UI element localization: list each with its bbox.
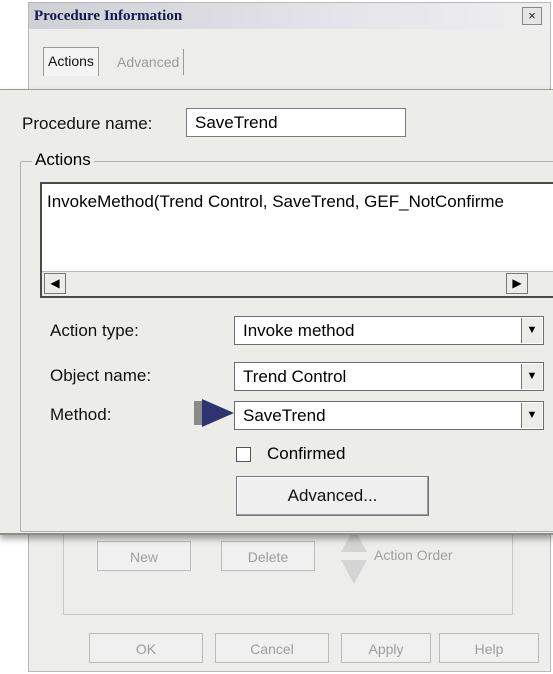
actions-list[interactable]: InvokeMethod(Trend Control, SaveTrend, G… — [40, 182, 553, 298]
scroll-left-arrow-icon[interactable]: ◀ — [44, 273, 66, 294]
close-icon[interactable]: × — [522, 7, 542, 25]
confirmed-checkbox[interactable] — [236, 447, 251, 462]
delete-button[interactable]: Delete — [221, 541, 315, 571]
action-type-value: Invoke method — [243, 321, 355, 340]
tab-advanced[interactable]: Advanced — [113, 49, 185, 75]
new-button[interactable]: New — [97, 541, 191, 571]
help-button[interactable]: Help — [439, 633, 539, 663]
confirmed-label[interactable]: Confirmed — [267, 444, 345, 464]
action-type-select[interactable]: Invoke method ▼ — [234, 316, 544, 345]
apply-button[interactable]: Apply — [341, 633, 431, 663]
tab-actions[interactable]: Actions — [43, 47, 99, 76]
actions-group-label: Actions — [32, 150, 94, 170]
list-item[interactable]: InvokeMethod(Trend Control, SaveTrend, G… — [47, 192, 504, 212]
action-type-label: Action type: — [50, 321, 139, 340]
chevron-down-icon[interactable]: ▼ — [521, 403, 542, 428]
method-select[interactable]: SaveTrend ▼ — [234, 401, 544, 430]
horizontal-scrollbar[interactable]: ◀ ▶ — [42, 271, 553, 296]
object-name-select[interactable]: Trend Control ▼ — [234, 362, 544, 391]
procedure-name-label: Procedure name: — [22, 114, 153, 133]
action-order-arrows-icon[interactable] — [339, 526, 369, 586]
chevron-down-icon[interactable]: ▼ — [521, 364, 542, 389]
pointer-arrow-icon — [194, 399, 234, 427]
actions-panel: Procedure name: SaveTrend Actions Invoke… — [0, 89, 553, 535]
ok-button[interactable]: OK — [89, 633, 203, 663]
cancel-button[interactable]: Cancel — [215, 633, 329, 663]
advanced-button[interactable]: Advanced... — [236, 476, 429, 516]
action-order-label: Action Order — [374, 547, 453, 563]
object-name-value: Trend Control — [243, 367, 347, 386]
chevron-down-icon[interactable]: ▼ — [521, 318, 542, 343]
scroll-right-arrow-icon[interactable]: ▶ — [506, 273, 528, 294]
method-label: Method: — [50, 405, 112, 424]
dialog-titlebar: Procedure Information × — [29, 3, 550, 29]
procedure-name-input[interactable]: SaveTrend — [186, 108, 406, 137]
method-value: SaveTrend — [243, 406, 326, 425]
dialog-title: Procedure Information — [34, 8, 183, 24]
object-name-label: Object name: — [50, 366, 152, 385]
